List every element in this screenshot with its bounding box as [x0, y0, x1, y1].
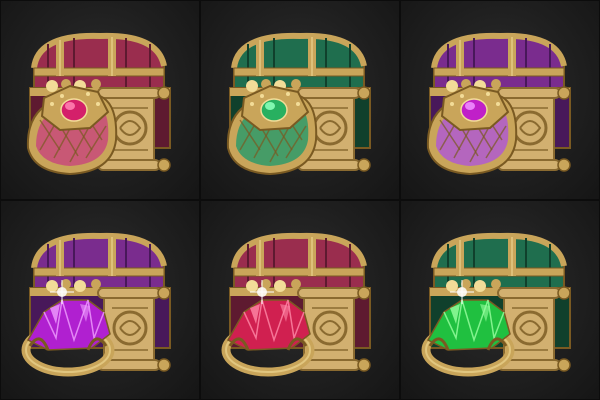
- reward-item-slot[interactable]: [0, 0, 200, 200]
- reward-item-slot[interactable]: [0, 200, 200, 400]
- reward-item-slot[interactable]: [200, 0, 400, 200]
- reward-item-slot[interactable]: [400, 200, 600, 400]
- reward-item-grid: [0, 0, 600, 400]
- reward-item-slot[interactable]: [400, 0, 600, 200]
- reward-item-slot[interactable]: [200, 200, 400, 400]
